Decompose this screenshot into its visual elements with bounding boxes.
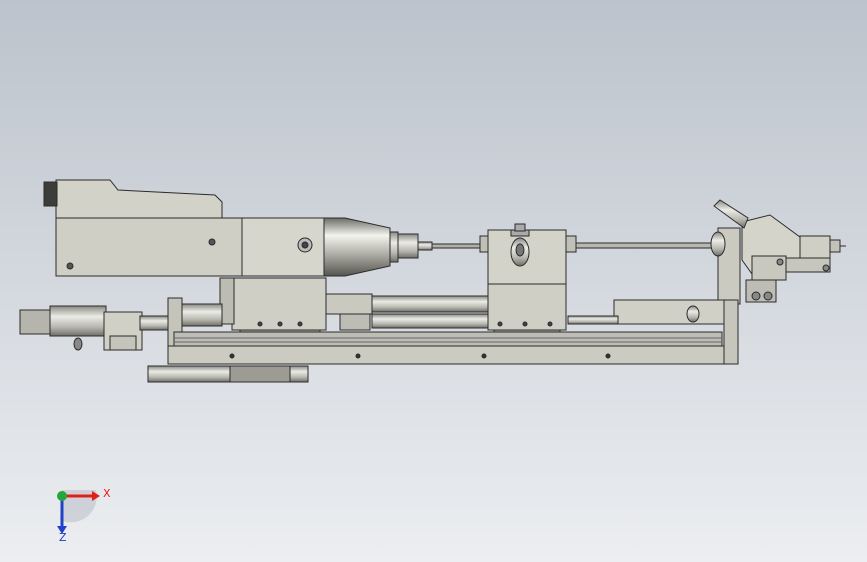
- left-actuator-housing: [19, 309, 51, 335]
- eye-bolt-hole: [515, 243, 525, 257]
- tool-valve-port: [829, 239, 841, 253]
- rail-right-support: [723, 299, 739, 365]
- eye-bolt-top: [514, 223, 526, 232]
- y-axis-dot: [57, 491, 67, 501]
- right-cylinder-nut: [686, 305, 700, 323]
- graphics-viewport[interactable]: X Z: [0, 0, 867, 562]
- left-actuator-tube: [49, 305, 107, 337]
- tool-valve: [799, 235, 831, 259]
- front-rod: [575, 242, 713, 249]
- feed-coupling-2: [339, 313, 371, 331]
- center-block-stub: [565, 235, 577, 253]
- left-bolt: [73, 337, 83, 351]
- spindle-shaft: [417, 241, 433, 251]
- motor-rear-plug: [43, 181, 58, 207]
- right-cylinder-rod: [567, 315, 619, 325]
- right-cylinder: [613, 299, 725, 325]
- feed-coupling: [325, 293, 373, 315]
- left-connector: [181, 303, 223, 327]
- base-rail: [167, 345, 725, 365]
- base-rail-track: [173, 331, 723, 347]
- spindle-collar: [389, 231, 399, 263]
- right-nut: [710, 231, 726, 257]
- left-actuator-clamp: [109, 335, 137, 351]
- motor-screw: [66, 262, 74, 270]
- feed-cylinder: [371, 295, 489, 313]
- center-block-stub: [479, 235, 489, 253]
- motor-screw: [208, 238, 216, 246]
- spindle-nut: [397, 233, 419, 259]
- z-axis-label: Z: [59, 531, 67, 544]
- motor-body: [55, 217, 243, 277]
- x-axis-label: X: [103, 487, 111, 500]
- motor-gland-inner: [301, 241, 309, 249]
- spindle-cone: [323, 217, 391, 277]
- bottom-cylinder-fittings: [229, 365, 291, 383]
- feed-cylinder-lower: [371, 313, 489, 329]
